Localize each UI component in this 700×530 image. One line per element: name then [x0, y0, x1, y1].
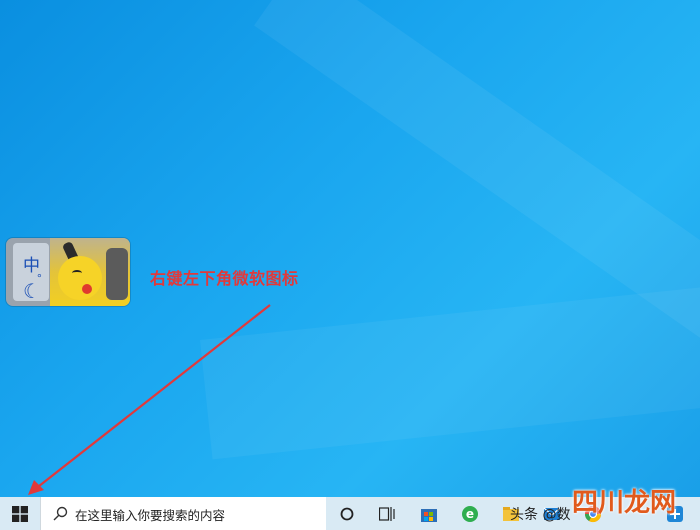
- task-view-icon: [379, 506, 395, 521]
- svg-text:e: e: [466, 507, 474, 521]
- pikachu-face: [58, 256, 102, 300]
- store-button[interactable]: [412, 497, 446, 530]
- annotation-text: 右键左下角微软图标: [150, 269, 299, 288]
- light-ray: [200, 277, 700, 460]
- ime-status-panel[interactable]: 中 ° ☾: [13, 243, 49, 304]
- cortana-icon: [340, 507, 354, 520]
- windows-logo-icon[interactable]: [12, 505, 28, 522]
- task-view-button[interactable]: [370, 497, 404, 530]
- pikachu-cheek: [82, 284, 92, 294]
- edge-icon: e: [462, 505, 478, 522]
- search-placeholder[interactable]: 在这里输入你要搜索的内容: [75, 505, 225, 524]
- search-icon: [53, 506, 68, 521]
- start-button[interactable]: [0, 497, 40, 530]
- watermark-text: 头条 @数: [510, 506, 571, 523]
- ime-halfwidth-icon[interactable]: ☾: [23, 279, 41, 304]
- edge-button[interactable]: e: [453, 497, 487, 530]
- pikachu-eye: [72, 270, 82, 276]
- search-box[interactable]: 在这里输入你要搜索的内容: [40, 497, 326, 530]
- ime-floating-toolbar[interactable]: 中 ° ☾: [6, 238, 130, 306]
- ime-skin-shadow: [106, 248, 128, 300]
- cortana-button[interactable]: [330, 497, 364, 530]
- desktop-background: 中 ° ☾ 右键左下角微软图标: [0, 0, 700, 497]
- watermark-logo: 四川龙网: [572, 488, 677, 518]
- store-icon: [421, 508, 437, 522]
- ime-skin-image: [50, 238, 130, 306]
